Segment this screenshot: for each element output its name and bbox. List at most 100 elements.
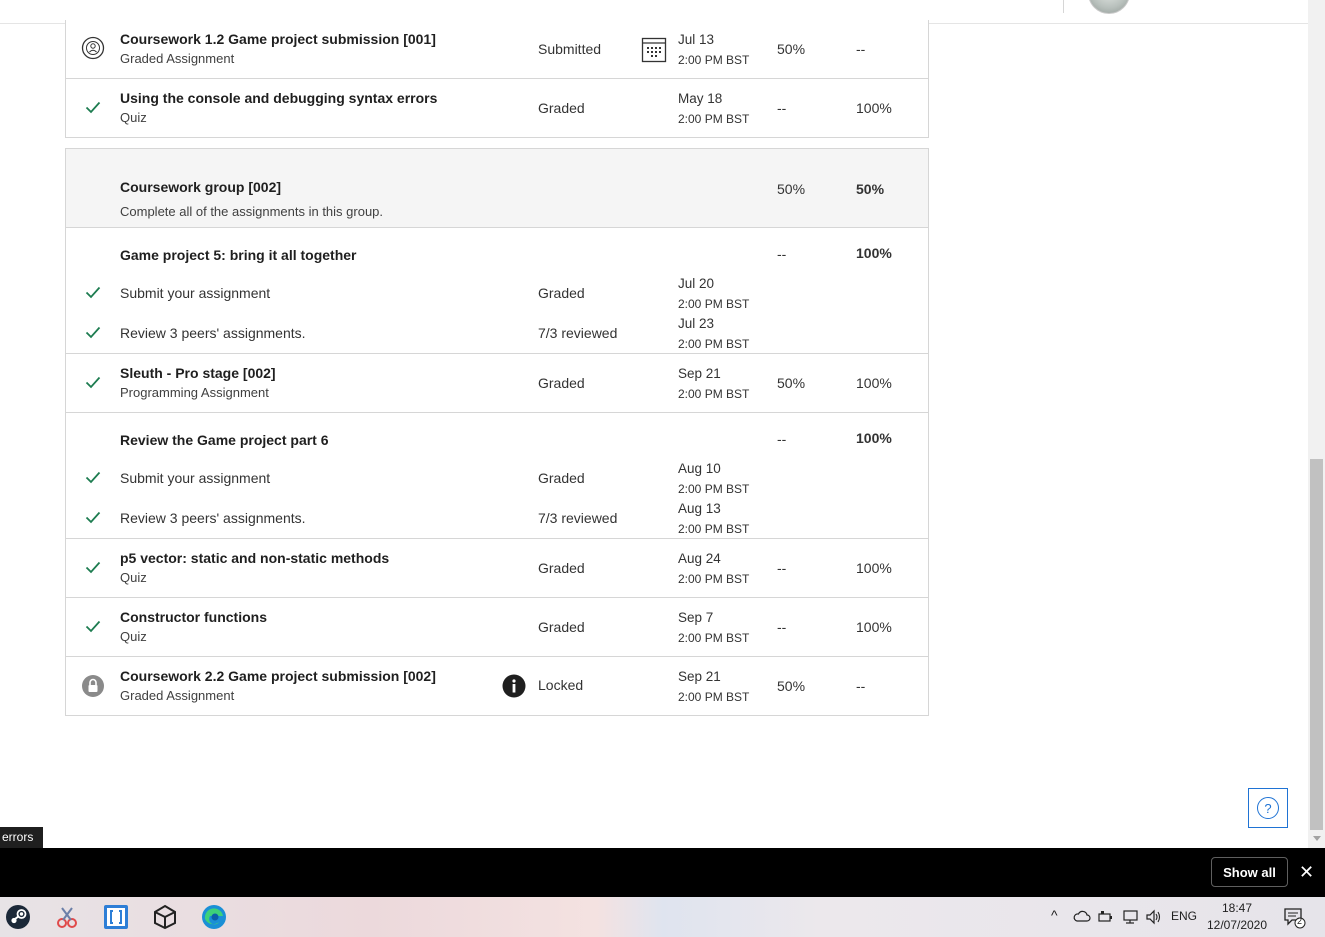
due-time: 2:00 PM BST [678, 522, 750, 536]
item-title[interactable]: Sleuth - Pro stage [002] [120, 365, 276, 381]
item-type: Programming Assignment [120, 385, 269, 400]
clock-date: 12/07/2020 [1206, 918, 1268, 932]
subitem-label[interactable]: Review 3 peers' assignments. [120, 510, 306, 526]
item-status: Locked [538, 677, 584, 693]
due-time: 2:00 PM BST [678, 631, 750, 645]
close-icon[interactable]: ✕ [1299, 862, 1314, 882]
language-indicator[interactable]: ENG [1171, 909, 1197, 923]
table-row[interactable]: Coursework 1.2 Game project submission [… [65, 20, 929, 79]
group-header: Coursework group [002] Complete all of t… [65, 148, 929, 228]
show-all-button[interactable]: Show all [1211, 857, 1288, 887]
edge-icon[interactable] [200, 903, 228, 931]
item-grade: -- [856, 678, 866, 694]
due-date: Sep 21 [678, 669, 721, 684]
avatar[interactable] [1088, 0, 1130, 14]
table-row[interactable]: Coursework 2.2 Game project submission [… [65, 657, 929, 716]
item-status: Graded [538, 100, 585, 116]
unity-icon[interactable] [151, 903, 179, 931]
subitem-status: 7/3 reviewed [538, 325, 618, 341]
help-button[interactable]: ? [1248, 788, 1288, 828]
item-title[interactable]: p5 vector: static and non-static methods [120, 550, 389, 566]
subitem-label[interactable]: Submit your assignment [120, 285, 270, 301]
item-weight: 50% [777, 678, 806, 694]
item-weight: 50% [777, 375, 806, 391]
table-row[interactable]: Using the console and debugging syntax e… [65, 79, 929, 138]
due-date: May 18 [678, 91, 723, 106]
item-weight: -- [777, 100, 787, 116]
check-icon [85, 559, 101, 575]
group-title[interactable]: Coursework group [002] [120, 179, 281, 195]
table-row[interactable]: Sleuth - Pro stage [002] Programming Ass… [65, 354, 929, 413]
steam-icon[interactable] [4, 903, 32, 931]
item-title[interactable]: Using the console and debugging syntax e… [120, 90, 437, 106]
check-icon [85, 509, 101, 525]
link-url-tooltip: errors [0, 827, 43, 848]
item-type: Graded Assignment [120, 688, 235, 703]
due-date: Jul 20 [678, 276, 715, 291]
taskbar-clock[interactable]: 18:47 12/07/2020 [1204, 900, 1270, 934]
due-date: Jul 23 [678, 316, 715, 331]
item-weight: -- [777, 619, 787, 635]
check-icon [85, 99, 101, 115]
scrollbar-thumb[interactable] [1310, 459, 1323, 830]
check-icon [85, 469, 101, 485]
item-grade: 100% [856, 619, 892, 635]
subitem-status: 7/3 reviewed [538, 510, 618, 526]
due-date: Jul 13 [678, 32, 715, 47]
item-grade: 100% [856, 100, 892, 116]
due-time: 2:00 PM BST [678, 297, 750, 311]
item-grade: -- [856, 41, 866, 57]
item-grade: 100% [856, 430, 892, 446]
battery-icon[interactable] [1098, 910, 1114, 927]
brackets-icon[interactable] [102, 903, 130, 931]
info-icon[interactable] [502, 674, 526, 698]
item-grade: 100% [856, 245, 892, 261]
check-icon [85, 374, 101, 390]
item-type: Graded Assignment [120, 51, 235, 66]
network-icon[interactable] [1121, 909, 1139, 928]
subitem-label[interactable]: Review 3 peers' assignments. [120, 325, 306, 341]
scroll-down-arrow[interactable] [1313, 836, 1321, 841]
due-time: 2:00 PM BST [678, 690, 750, 704]
subitem-label[interactable]: Submit your assignment [120, 470, 270, 486]
item-title[interactable]: Coursework 1.2 Game project submission [… [120, 31, 436, 47]
calendar-icon[interactable] [641, 37, 667, 63]
notification-icon[interactable]: 2 [1283, 907, 1307, 929]
subitem-status: Graded [538, 470, 585, 486]
clock-time: 18:47 [1221, 901, 1253, 915]
tray-chevron-up-icon[interactable]: ^ [1051, 907, 1058, 923]
lock-icon [81, 674, 105, 698]
item-grade: 100% [856, 375, 892, 391]
item-status: Graded [538, 375, 585, 391]
item-weight: -- [777, 246, 787, 262]
item-weight: -- [777, 431, 787, 447]
table-row[interactable]: Constructor functions Quiz Graded Sep 7 … [65, 598, 929, 657]
due-time: 2:00 PM BST [678, 112, 750, 126]
table-row[interactable]: p5 vector: static and non-static methods… [65, 539, 929, 598]
due-time: 2:00 PM BST [678, 572, 750, 586]
due-date: Aug 13 [678, 501, 721, 516]
due-time: 2:00 PM BST [678, 387, 750, 401]
item-title[interactable]: Game project 5: bring it all together [120, 247, 356, 263]
due-date: Sep 21 [678, 366, 721, 381]
due-time: 2:00 PM BST [678, 53, 750, 67]
table-row[interactable]: Game project 5: bring it all together --… [65, 228, 929, 354]
due-time: 2:00 PM BST [678, 337, 750, 351]
due-time: 2:00 PM BST [678, 482, 750, 496]
item-title[interactable]: Coursework 2.2 Game project submission [… [120, 668, 436, 684]
item-grade: 100% [856, 560, 892, 576]
onedrive-icon[interactable] [1073, 909, 1091, 926]
item-title[interactable]: Constructor functions [120, 609, 267, 625]
page: Coursework 1.2 Game project submission [… [0, 0, 1325, 937]
subitem-status: Graded [538, 285, 585, 301]
group-description: Complete all of the assignments in this … [120, 204, 384, 219]
item-type: Quiz [120, 629, 147, 644]
item-title[interactable]: Review the Game project part 6 [120, 432, 329, 448]
due-date: Aug 10 [678, 461, 721, 476]
download-bar [0, 848, 1325, 897]
help-icon: ? [1257, 797, 1279, 819]
item-weight: -- [777, 560, 787, 576]
snipping-tool-icon[interactable] [53, 903, 81, 931]
table-row[interactable]: Review the Game project part 6 -- 100% S… [65, 413, 929, 539]
volume-icon[interactable] [1145, 909, 1163, 928]
